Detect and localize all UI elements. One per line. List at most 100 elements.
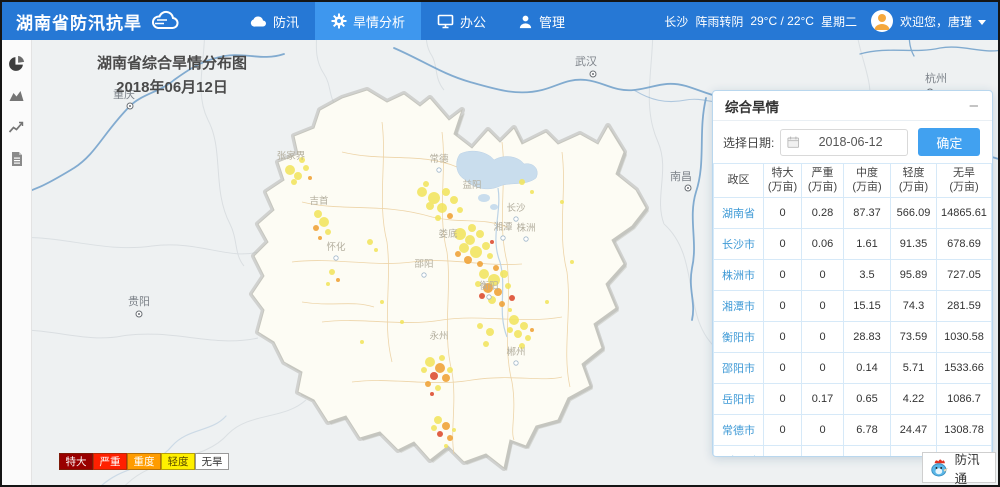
- cell: 4.22: [891, 383, 937, 414]
- main-nav: 防汛 旱情分析: [234, 2, 581, 40]
- city-marker-icon: [590, 71, 596, 77]
- region-link[interactable]: 岳阳市: [714, 383, 764, 414]
- cell: 14865.61: [937, 197, 992, 228]
- area-chart-icon: [8, 88, 25, 102]
- tool-area-chart[interactable]: [6, 84, 28, 106]
- mascot-icon: [928, 456, 950, 479]
- cell: 0: [764, 321, 802, 352]
- weather-condition: 阵雨转阴: [695, 13, 743, 30]
- user-avatar[interactable]: [871, 10, 893, 32]
- table-row: 衡阳市 0 0 28.83 73.59 1030.58: [714, 321, 992, 352]
- gear-icon: [331, 13, 347, 29]
- table-row: 长沙市 0 0.06 1.61 91.35 678.69: [714, 228, 992, 259]
- cell: 0: [802, 321, 844, 352]
- cell: 0: [802, 290, 844, 321]
- date-input[interactable]: [800, 135, 902, 149]
- cell: 0: [764, 352, 802, 383]
- table-row: 株洲市 0 0 3.5 95.89 727.05: [714, 259, 992, 290]
- nav-item-fangxun[interactable]: 防汛: [234, 2, 315, 40]
- app-logo[interactable]: 湖南省防汛抗旱: [2, 9, 182, 34]
- app-title: 湖南省防汛抗旱: [16, 9, 142, 34]
- cell: 0.06: [802, 228, 844, 259]
- svg-text:常德: 常德: [429, 153, 449, 165]
- col-header: 无旱(万亩): [937, 164, 992, 198]
- col-header: 轻度(万亩): [891, 164, 937, 198]
- cell: 28.83: [844, 321, 891, 352]
- drought-table: 政区 特大(万亩) 严重(万亩) 中度(万亩) 轻度(万亩) 无旱(万亩) 湖南…: [713, 163, 992, 457]
- confirm-button[interactable]: 确定: [918, 128, 980, 156]
- cell: 0: [802, 414, 844, 445]
- svg-text:长沙: 长沙: [506, 202, 526, 214]
- region-link[interactable]: 常德市: [714, 414, 764, 445]
- nav-item-admin[interactable]: 管理: [502, 2, 581, 40]
- table-row: 湖南省 0 0.28 87.37 566.09 14865.61: [714, 197, 992, 228]
- panel-header: 综合旱情 –: [713, 91, 992, 121]
- cell: 91.35: [891, 228, 937, 259]
- table-row: 邵阳市 0 0 0.14 5.71 1533.66: [714, 352, 992, 383]
- svg-text:怀化: 怀化: [326, 241, 346, 253]
- legend-item: 特大: [59, 453, 93, 470]
- legend-item: 无旱: [195, 453, 229, 470]
- weather-info: 长沙 阵雨转阴 29°C / 22°C 星期二: [664, 13, 857, 30]
- cell: 1.61: [844, 228, 891, 259]
- legend-item: 重度: [127, 453, 161, 470]
- legend-item: 严重: [93, 453, 127, 470]
- nav-item-office[interactable]: 办公: [421, 2, 502, 40]
- region-link[interactable]: 湖南省: [714, 197, 764, 228]
- svg-text:衡阳: 衡阳: [479, 280, 498, 292]
- svg-text:郴州: 郴州: [506, 346, 525, 358]
- cell: 281.59: [937, 290, 992, 321]
- region-link[interactable]: 邵阳市: [714, 352, 764, 383]
- calendar-icon: [787, 135, 799, 149]
- svg-text:永州: 永州: [429, 330, 448, 342]
- svg-text:张家界: 张家界: [277, 150, 306, 162]
- tool-pie-chart[interactable]: [6, 52, 28, 74]
- svg-text:益阳: 益阳: [462, 179, 481, 191]
- date-label: 选择日期:: [723, 134, 774, 151]
- chevron-down-icon[interactable]: [978, 20, 986, 25]
- welcome-text[interactable]: 欢迎您，唐瑾: [900, 13, 972, 30]
- trend-line-icon: [8, 120, 25, 134]
- city-label: 武汉: [575, 55, 597, 68]
- tool-report[interactable]: [6, 148, 28, 170]
- tool-trend-line[interactable]: [6, 116, 28, 138]
- cell: 0: [764, 290, 802, 321]
- cell: 727.05: [937, 259, 992, 290]
- pie-chart-icon: [8, 55, 25, 72]
- cell: 0: [802, 259, 844, 290]
- cell: 1030.58: [937, 321, 992, 352]
- nav-label: 办公: [460, 12, 486, 31]
- cell: 1533.66: [937, 352, 992, 383]
- table-row: 岳阳市 0 0.17 0.65 4.22 1086.7: [714, 383, 992, 414]
- region-link[interactable]: 湘潭市: [714, 290, 764, 321]
- date-input-box[interactable]: [780, 129, 908, 156]
- col-header: 中度(万亩): [844, 164, 891, 198]
- region-link[interactable]: 张家界市: [714, 445, 764, 457]
- map-title-line2: 2018年06月12日: [57, 76, 287, 100]
- cell: 95.89: [891, 259, 937, 290]
- region-link[interactable]: 长沙市: [714, 228, 764, 259]
- region-link[interactable]: 株洲市: [714, 259, 764, 290]
- cell: 1086.7: [937, 383, 992, 414]
- cell: 74.3: [891, 290, 937, 321]
- table-row: 湘潭市 0 0 15.15 74.3 281.59: [714, 290, 992, 321]
- collapse-button[interactable]: –: [968, 98, 980, 113]
- left-toolbar: [2, 40, 32, 485]
- nav-item-drought-analysis[interactable]: 旱情分析: [315, 2, 421, 40]
- avatar-person-icon: [871, 10, 893, 32]
- cell: 0: [764, 259, 802, 290]
- region-link[interactable]: 衡阳市: [714, 321, 764, 352]
- top-bar: 湖南省防汛抗旱 防汛: [2, 2, 998, 40]
- weather-city: 长沙: [664, 13, 688, 30]
- cell: 0.17: [802, 383, 844, 414]
- report-icon: [10, 151, 24, 167]
- cell: 566.09: [891, 197, 937, 228]
- drought-legend: 特大 严重 重度 轻度 无旱: [59, 453, 229, 470]
- svg-text:娄底: 娄底: [438, 228, 458, 240]
- cell: 678.69: [937, 228, 992, 259]
- weather-weekday: 星期二: [821, 13, 857, 30]
- cell: 5.32: [844, 445, 891, 457]
- fangxuntong-widget[interactable]: 防汛通: [922, 452, 996, 483]
- legend-item: 轻度: [161, 453, 195, 470]
- col-header: 特大(万亩): [764, 164, 802, 198]
